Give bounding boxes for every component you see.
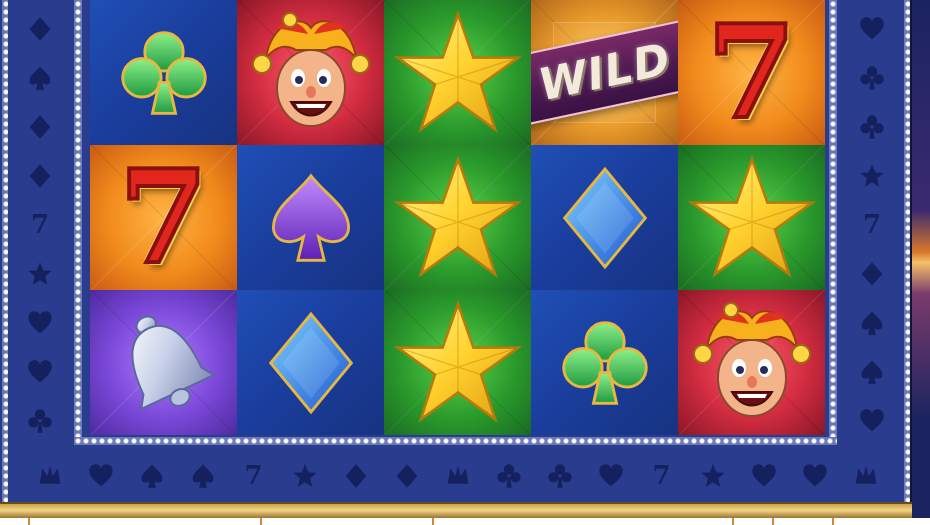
wild-icon: WILD	[531, 0, 678, 145]
spade-icon	[188, 461, 218, 491]
bottom-bar-segment	[262, 518, 434, 525]
spade-icon	[237, 145, 384, 290]
seven-icon: 7	[862, 209, 882, 240]
reel-cell	[90, 0, 237, 145]
seven-icon: 7	[244, 461, 263, 491]
reel-cell	[237, 290, 384, 435]
bell-icon	[90, 290, 237, 435]
diamond-icon	[237, 290, 384, 435]
star-icon	[25, 259, 55, 289]
reel-cell: 7	[678, 0, 825, 145]
heart-icon	[857, 406, 887, 436]
seven-icon: 7	[117, 145, 210, 290]
reel-cell: WILD	[531, 0, 678, 145]
star-icon	[857, 161, 887, 191]
jester-hat-icon	[35, 461, 65, 491]
spade-icon	[857, 308, 887, 338]
star-icon	[678, 145, 825, 290]
frame-pattern-left: 7	[10, 0, 70, 450]
heart-icon	[25, 357, 55, 387]
reel-grid[interactable]: WILD 7 7	[90, 0, 825, 435]
jester-hat-icon	[851, 461, 881, 491]
heart-icon	[857, 14, 887, 44]
reel-cell	[384, 0, 531, 145]
bottom-bar-segment	[774, 518, 834, 525]
jester-icon	[237, 0, 384, 145]
seven-icon: 7	[30, 209, 50, 240]
diamond-icon	[25, 14, 55, 44]
pearl-border-bottom	[74, 437, 837, 445]
reel-cell: 7	[90, 145, 237, 290]
seven-icon: 7	[652, 461, 671, 491]
bottom-bar-segment	[434, 518, 734, 525]
spade-icon	[137, 461, 167, 491]
reel-cell	[384, 290, 531, 435]
heart-icon	[596, 461, 626, 491]
frame-pattern-right: 7	[842, 0, 902, 450]
reel-cell	[531, 290, 678, 435]
bottom-control-bar	[0, 518, 930, 525]
heart-icon	[25, 308, 55, 338]
heart-icon	[86, 461, 116, 491]
spade-icon	[857, 357, 887, 387]
bottom-bar-segment	[30, 518, 262, 525]
spade-icon	[25, 63, 55, 93]
diamond-icon	[531, 145, 678, 290]
diamond-icon	[341, 461, 371, 491]
club-icon	[857, 63, 887, 93]
club-icon	[25, 406, 55, 436]
pearl-border-right	[829, 0, 837, 445]
bottom-bar-segment	[0, 518, 30, 525]
club-icon	[531, 290, 678, 435]
seven-icon: 7	[705, 0, 798, 145]
star-icon	[384, 145, 531, 290]
gold-frame-bottom	[0, 502, 912, 518]
club-icon	[857, 112, 887, 142]
wild-banner: WILD	[531, 18, 678, 127]
reel-cell	[678, 290, 825, 435]
club-icon	[545, 461, 575, 491]
heart-icon	[800, 461, 830, 491]
reel-cell	[678, 145, 825, 290]
pearl-border-outer-left	[2, 0, 8, 510]
heart-icon	[749, 461, 779, 491]
pearl-border-left	[74, 0, 82, 445]
reel-cell	[237, 145, 384, 290]
reel-cell	[90, 290, 237, 435]
club-icon	[494, 461, 524, 491]
diamond-icon	[25, 112, 55, 142]
reel-cell	[237, 0, 384, 145]
star-icon	[290, 461, 320, 491]
diamond-icon	[25, 161, 55, 191]
diamond-icon	[392, 461, 422, 491]
jester-icon	[678, 290, 825, 435]
frame-pattern-bottom: 7 7	[10, 450, 905, 502]
star-icon	[384, 290, 531, 435]
reel-cell	[384, 145, 531, 290]
jester-hat-icon	[443, 461, 473, 491]
star-icon	[384, 0, 531, 145]
club-icon	[90, 0, 237, 145]
slot-game-stage: 7 7 7 7 WILD 7 7	[0, 0, 930, 525]
wild-label: WILD	[533, 33, 676, 112]
reel-cell	[531, 145, 678, 290]
bottom-bar-segment	[734, 518, 774, 525]
star-icon	[698, 461, 728, 491]
pearl-border-outer-right	[904, 0, 910, 510]
diamond-icon	[857, 259, 887, 289]
